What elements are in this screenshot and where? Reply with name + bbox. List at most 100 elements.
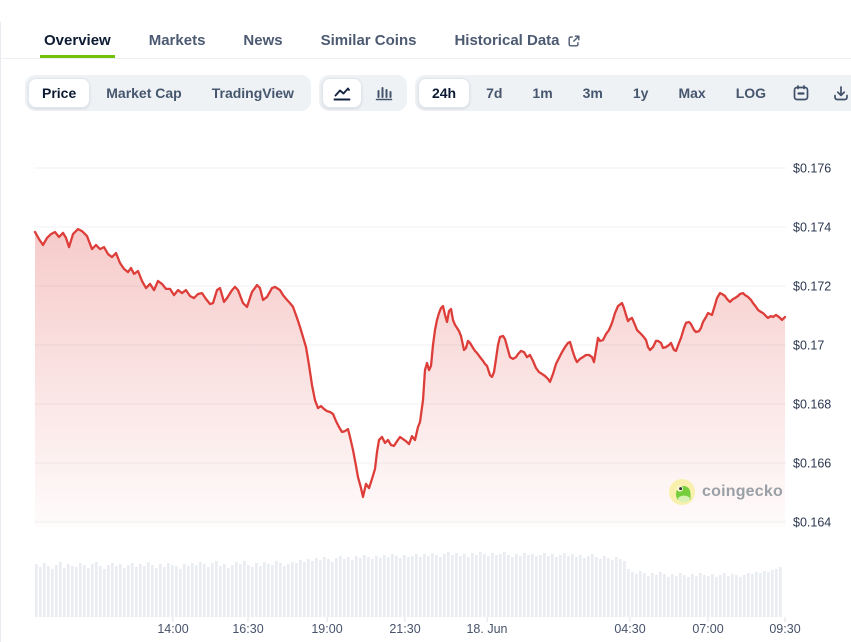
range-1m-button[interactable]: 1m: [518, 78, 566, 108]
volume-bar: [463, 554, 466, 617]
volume-bar: [655, 575, 658, 617]
range-24h-button[interactable]: 24h: [417, 78, 471, 108]
volume-bar: [91, 564, 94, 617]
volume-bar: [363, 555, 366, 617]
volume-bar: [183, 564, 186, 617]
metric-toggle-group: Price Market Cap TradingView: [25, 75, 311, 111]
volume-bar: [535, 556, 538, 617]
volume-bar: [83, 565, 86, 617]
volume-bar: [167, 563, 170, 617]
volume-bar: [747, 573, 750, 617]
volume-bar: [175, 566, 178, 617]
volume-bar: [303, 562, 306, 617]
date-picker-button[interactable]: [782, 78, 820, 108]
coingecko-watermark: coingecko: [669, 479, 783, 505]
range-max-button[interactable]: Max: [664, 78, 719, 108]
volume-bar: [367, 557, 370, 617]
download-chart-button[interactable]: [822, 78, 851, 108]
volume-bar: [391, 554, 394, 617]
tab-historical-data[interactable]: Historical Data: [450, 22, 584, 58]
volume-bar: [563, 553, 566, 617]
volume-bar: [623, 561, 626, 617]
line-chart-icon: [333, 87, 351, 100]
tab-overview[interactable]: Overview: [40, 22, 115, 58]
volume-bar: [683, 575, 686, 617]
tab-news[interactable]: News: [239, 22, 286, 58]
volume-bar: [295, 563, 298, 617]
volume-bar: [551, 554, 554, 617]
price-button[interactable]: Price: [28, 78, 91, 108]
volume-bar: [695, 576, 698, 617]
volume-bar: [491, 553, 494, 617]
range-7d-button[interactable]: 7d: [472, 78, 516, 108]
external-link-icon: [568, 34, 580, 47]
line-chart-type-button[interactable]: [321, 78, 362, 108]
volume-bar: [739, 577, 742, 617]
volume-bar: [583, 558, 586, 617]
candlestick-chart-type-button[interactable]: [364, 78, 404, 108]
volume-bar: [215, 561, 218, 617]
volume-bar: [455, 553, 458, 617]
volume-bar: [627, 569, 630, 617]
volume-bar: [479, 552, 482, 617]
panel-left-border: [0, 22, 1, 642]
volume-bar: [187, 566, 190, 617]
x-axis-label: 04:30: [614, 622, 645, 636]
volume-bar: [707, 576, 710, 617]
volume-bar: [427, 556, 430, 617]
volume-bar: [111, 563, 114, 617]
volume-bar: [647, 576, 650, 617]
volume-bar: [523, 553, 526, 617]
volume-bar: [267, 564, 270, 617]
chart-type-toggle-group: [318, 75, 407, 111]
volume-bar: [775, 569, 778, 617]
volume-bar: [251, 567, 254, 617]
volume-bar: [387, 557, 390, 617]
tab-similar-coins[interactable]: Similar Coins: [317, 22, 421, 58]
range-toggle-group: 24h 7d 1m 3m 1y Max LOG: [414, 75, 851, 111]
volume-bar: [419, 557, 422, 617]
volume-bar: [575, 557, 578, 617]
range-1y-button[interactable]: 1y: [619, 78, 663, 108]
volume-bar: [87, 568, 90, 617]
y-axis-label: $0.168: [793, 398, 831, 412]
range-3m-button[interactable]: 3m: [569, 78, 617, 108]
volume-bar: [327, 559, 330, 617]
volume-bar: [723, 573, 726, 617]
volume-bar: [351, 560, 354, 617]
volume-bar: [227, 568, 230, 617]
market-cap-button[interactable]: Market Cap: [92, 78, 195, 108]
volume-bar: [255, 563, 258, 617]
volume-bar: [395, 556, 398, 617]
volume-bar: [611, 560, 614, 617]
y-axis-label: $0.17: [793, 339, 824, 353]
volume-bar: [447, 552, 450, 617]
volume-bar: [39, 567, 42, 617]
volume-bar: [107, 565, 110, 617]
volume-bar: [571, 554, 574, 617]
x-axis-label: 21:30: [389, 622, 420, 636]
volume-bar: [191, 563, 194, 617]
volume-bar: [211, 563, 214, 617]
x-axis-label: 14:00: [157, 622, 188, 636]
volume-bar: [771, 570, 774, 617]
download-icon: [834, 86, 848, 101]
volume-bar: [527, 555, 530, 617]
volume-bar: [531, 554, 534, 617]
tradingview-button[interactable]: TradingView: [198, 78, 308, 108]
log-scale-button[interactable]: LOG: [722, 78, 780, 108]
volume-bar: [379, 558, 382, 617]
volume-bar: [259, 566, 262, 617]
volume-bar: [507, 555, 510, 617]
volume-bar: [439, 557, 442, 617]
volume-bar: [319, 560, 322, 617]
volume-bar: [179, 569, 182, 617]
tab-markets[interactable]: Markets: [145, 22, 210, 58]
volume-bar: [155, 568, 158, 617]
volume-bar: [423, 554, 426, 617]
volume-bar: [339, 556, 342, 617]
volume-bar: [115, 566, 118, 617]
volume-bar: [63, 568, 66, 617]
volume-bar: [651, 573, 654, 617]
y-axis-label: $0.174: [793, 221, 831, 235]
